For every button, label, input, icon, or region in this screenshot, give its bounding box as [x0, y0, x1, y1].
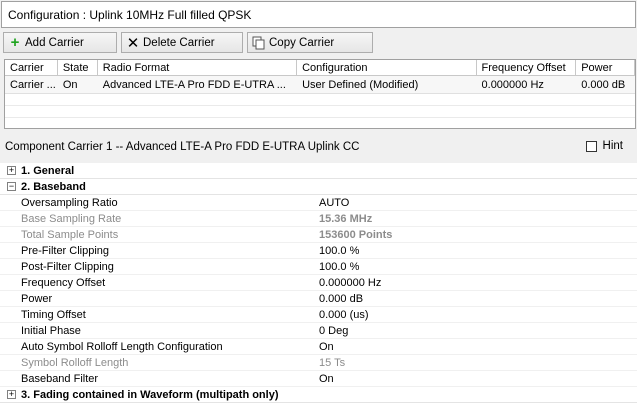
- cell-configuration: User Defined (Modified): [302, 78, 419, 91]
- property-value[interactable]: 0.000 dB: [298, 293, 363, 305]
- expand-plus-icon[interactable]: +: [7, 166, 16, 175]
- property-value[interactable]: AUTO: [298, 197, 349, 209]
- delete-carrier-label: Delete Carrier: [143, 36, 215, 49]
- property-value[interactable]: 100.0 %: [298, 261, 359, 273]
- cell-radio-format: Advanced LTE-A Pro FDD E-UTRA ...: [102, 78, 286, 91]
- property-row-auto-symbol-rolloff[interactable]: Auto Symbol Rolloff Length Configuration…: [0, 339, 637, 355]
- section-fading[interactable]: + 3. Fading contained in Waveform (multi…: [0, 387, 637, 403]
- property-row-post-filter-clipping[interactable]: Post-Filter Clipping 100.0 %: [0, 259, 637, 275]
- column-header-configuration[interactable]: Configuration: [297, 60, 477, 75]
- carrier-toolbar: + Add Carrier ✕ Delete Carrier Copy Carr…: [3, 32, 373, 54]
- property-label: Auto Symbol Rolloff Length Configuration: [21, 340, 223, 353]
- property-value: 15 Ts: [319, 356, 346, 369]
- property-label: Initial Phase: [21, 324, 81, 337]
- property-value[interactable]: 0 Deg: [298, 325, 348, 337]
- property-row-base-sampling-rate: Base Sampling Rate 15.36 MHz: [0, 211, 637, 227]
- property-value[interactable]: 100.0 %: [298, 245, 359, 257]
- property-row-timing-offset[interactable]: Timing Offset 0.000 (us): [0, 307, 637, 323]
- delete-carrier-button[interactable]: ✕ Delete Carrier: [121, 32, 243, 53]
- property-label: Frequency Offset: [21, 276, 106, 289]
- property-value: 15.36 MHz: [319, 212, 373, 225]
- property-label: Base Sampling Rate: [21, 212, 122, 225]
- cell-carrier: Carrier ...: [10, 78, 56, 91]
- property-label: Post-Filter Clipping: [21, 260, 114, 273]
- property-row-pre-filter-clipping[interactable]: Pre-Filter Clipping 100.0 %: [0, 243, 637, 259]
- empty-row: [5, 94, 635, 106]
- property-grid: + 1. General − 2. Baseband Oversampling …: [0, 163, 637, 408]
- cell-state: On: [62, 78, 78, 91]
- add-carrier-label: Add Carrier: [25, 36, 84, 49]
- column-header-frequency-offset[interactable]: Frequency Offset: [477, 60, 577, 75]
- empty-row: [5, 106, 635, 118]
- table-row[interactable]: Carrier ... On Advanced LTE-A Pro FDD E-…: [5, 76, 635, 94]
- property-row-initial-phase[interactable]: Initial Phase 0 Deg: [0, 323, 637, 339]
- section-title: 1. General: [21, 164, 75, 177]
- component-carrier-title: Component Carrier 1 -- Advanced LTE-A Pr…: [5, 141, 360, 153]
- column-header-carrier[interactable]: Carrier: [5, 60, 58, 75]
- copy-icon: [252, 36, 266, 50]
- component-carrier-header: Component Carrier 1 -- Advanced LTE-A Pr…: [0, 137, 637, 157]
- property-label: Timing Offset: [21, 308, 86, 321]
- column-header-radio-format[interactable]: Radio Format: [98, 60, 298, 75]
- property-row-total-sample-points: Total Sample Points 153600 Points: [0, 227, 637, 243]
- property-label: Baseband Filter: [21, 372, 99, 385]
- property-value[interactable]: On: [298, 341, 334, 353]
- property-row-oversampling-ratio[interactable]: Oversampling Ratio AUTO: [0, 195, 637, 211]
- hint-label: Hint: [602, 140, 623, 152]
- copy-carrier-label: Copy Carrier: [269, 36, 335, 49]
- property-value[interactable]: 0.000 (us): [298, 309, 369, 321]
- hint-checkbox[interactable]: [585, 140, 597, 152]
- property-row-symbol-rolloff-length: Symbol Rolloff Length 15 Ts: [0, 355, 637, 371]
- collapse-minus-icon[interactable]: −: [7, 182, 16, 191]
- delete-x-icon: ✕: [126, 34, 140, 52]
- section-title: 2. Baseband: [21, 180, 86, 193]
- property-label: Power: [21, 292, 53, 305]
- cell-power: 0.000 dB: [581, 78, 626, 91]
- expand-plus-icon[interactable]: +: [7, 390, 16, 399]
- section-general[interactable]: + 1. General: [0, 163, 637, 179]
- copy-carrier-button[interactable]: Copy Carrier: [247, 32, 373, 53]
- hint-toggle[interactable]: Hint: [585, 140, 623, 152]
- property-label: Pre-Filter Clipping: [21, 244, 110, 257]
- property-row-baseband-filter[interactable]: Baseband Filter On: [0, 371, 637, 387]
- property-value[interactable]: On: [298, 373, 334, 385]
- configuration-title-bar: Configuration : Uplink 10MHz Full filled…: [1, 1, 636, 28]
- section-baseband[interactable]: − 2. Baseband: [0, 179, 637, 195]
- property-value[interactable]: 0.000000 Hz: [298, 277, 381, 289]
- column-header-state[interactable]: State: [58, 60, 98, 75]
- carrier-grid-header: Carrier State Radio Format Configuration…: [5, 60, 636, 76]
- column-header-power[interactable]: Power: [576, 60, 636, 75]
- section-title: 3. Fading contained in Waveform (multipa…: [21, 388, 279, 401]
- property-label: Symbol Rolloff Length: [21, 356, 129, 369]
- cell-frequency-offset: 0.000000 Hz: [481, 78, 544, 91]
- property-row-frequency-offset[interactable]: Frequency Offset 0.000000 Hz: [0, 275, 637, 291]
- property-value: 153600 Points: [319, 228, 393, 241]
- configuration-title: Configuration : Uplink 10MHz Full filled…: [8, 7, 252, 22]
- property-label: Total Sample Points: [21, 228, 119, 241]
- property-row-power[interactable]: Power 0.000 dB: [0, 291, 637, 307]
- carrier-grid: Carrier State Radio Format Configuration…: [4, 59, 636, 129]
- plus-icon: +: [10, 34, 20, 51]
- property-label: Oversampling Ratio: [21, 196, 118, 209]
- add-carrier-button[interactable]: + Add Carrier: [3, 32, 117, 53]
